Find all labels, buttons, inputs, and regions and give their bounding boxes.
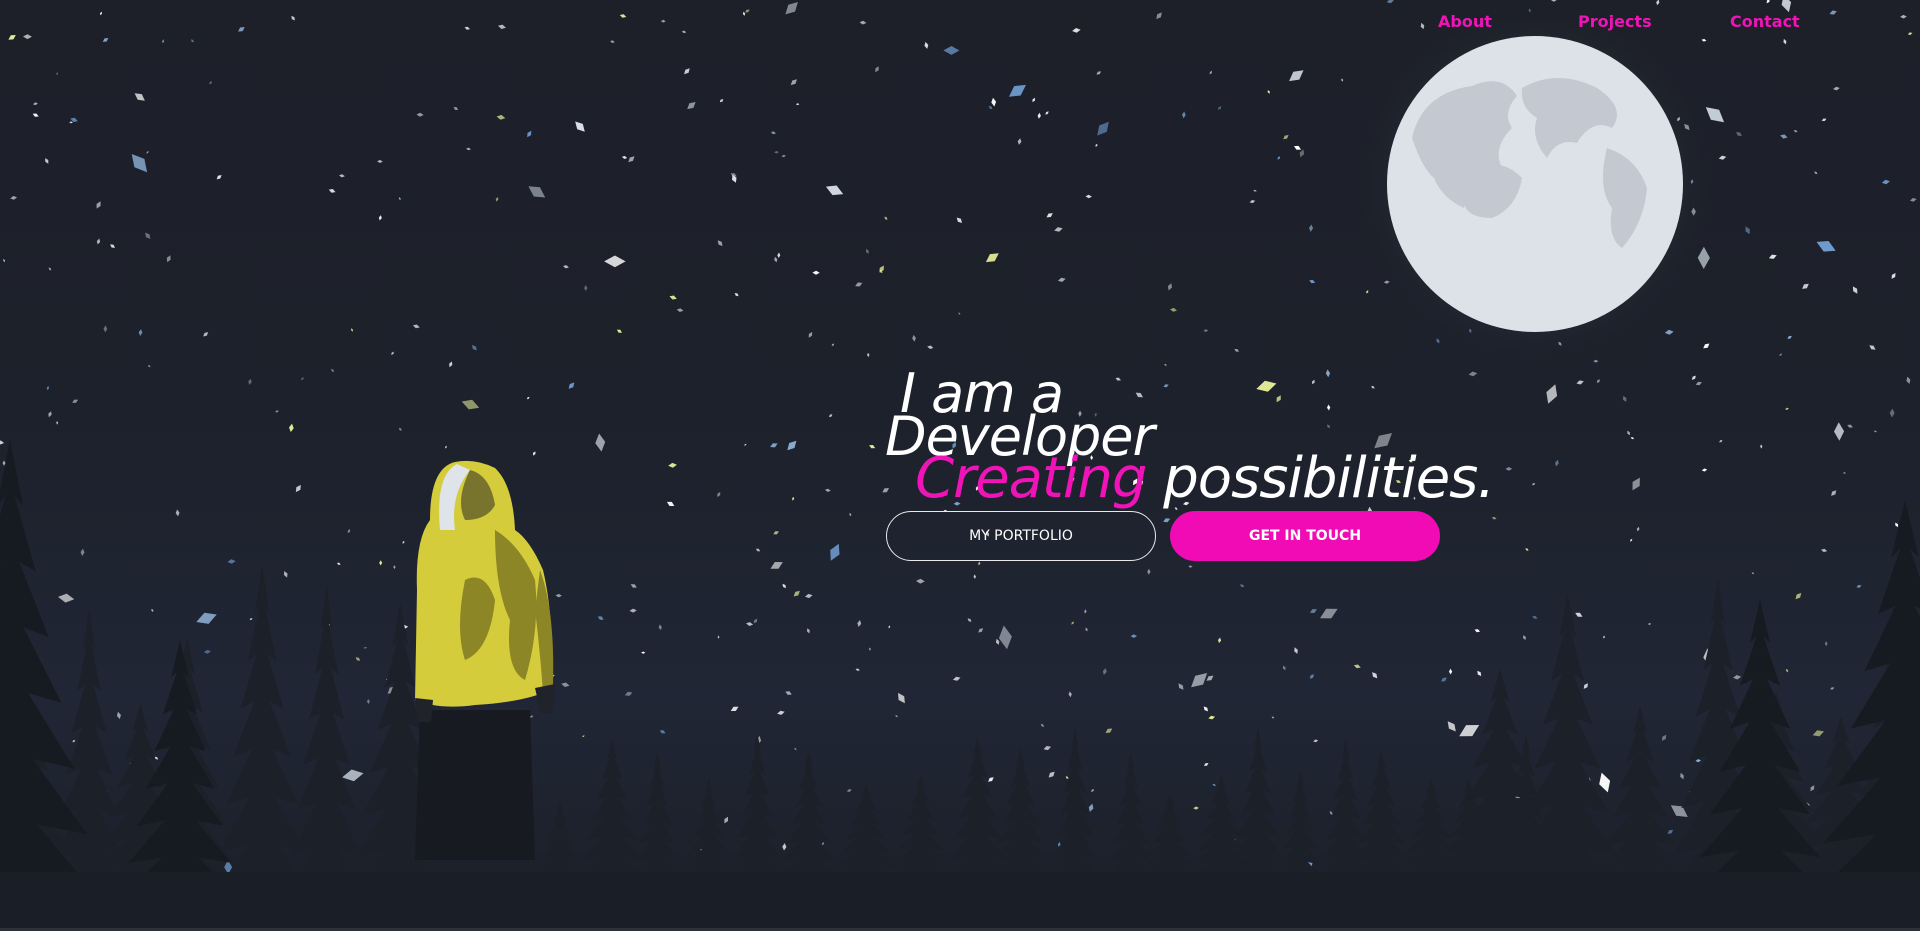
nav-link-projects[interactable]: Projects xyxy=(1578,12,1652,31)
hero-tagline-rest: possibilities. xyxy=(1146,446,1495,511)
hero-tagline-accent: Creating xyxy=(915,446,1147,511)
hero-stage: About Projects Contact I am a Developer … xyxy=(0,0,1920,931)
nav-link-contact[interactable]: Contact xyxy=(1730,12,1800,31)
hooded-figure xyxy=(415,460,555,860)
my-portfolio-button[interactable]: MY PORTFOLIO xyxy=(886,511,1156,561)
hero-tagline: Creating possibilities. xyxy=(915,446,1495,511)
get-in-touch-button[interactable]: GET IN TOUCH xyxy=(1170,511,1440,561)
nav-link-about[interactable]: About xyxy=(1438,12,1492,31)
top-navigation: About Projects Contact xyxy=(0,12,1920,42)
